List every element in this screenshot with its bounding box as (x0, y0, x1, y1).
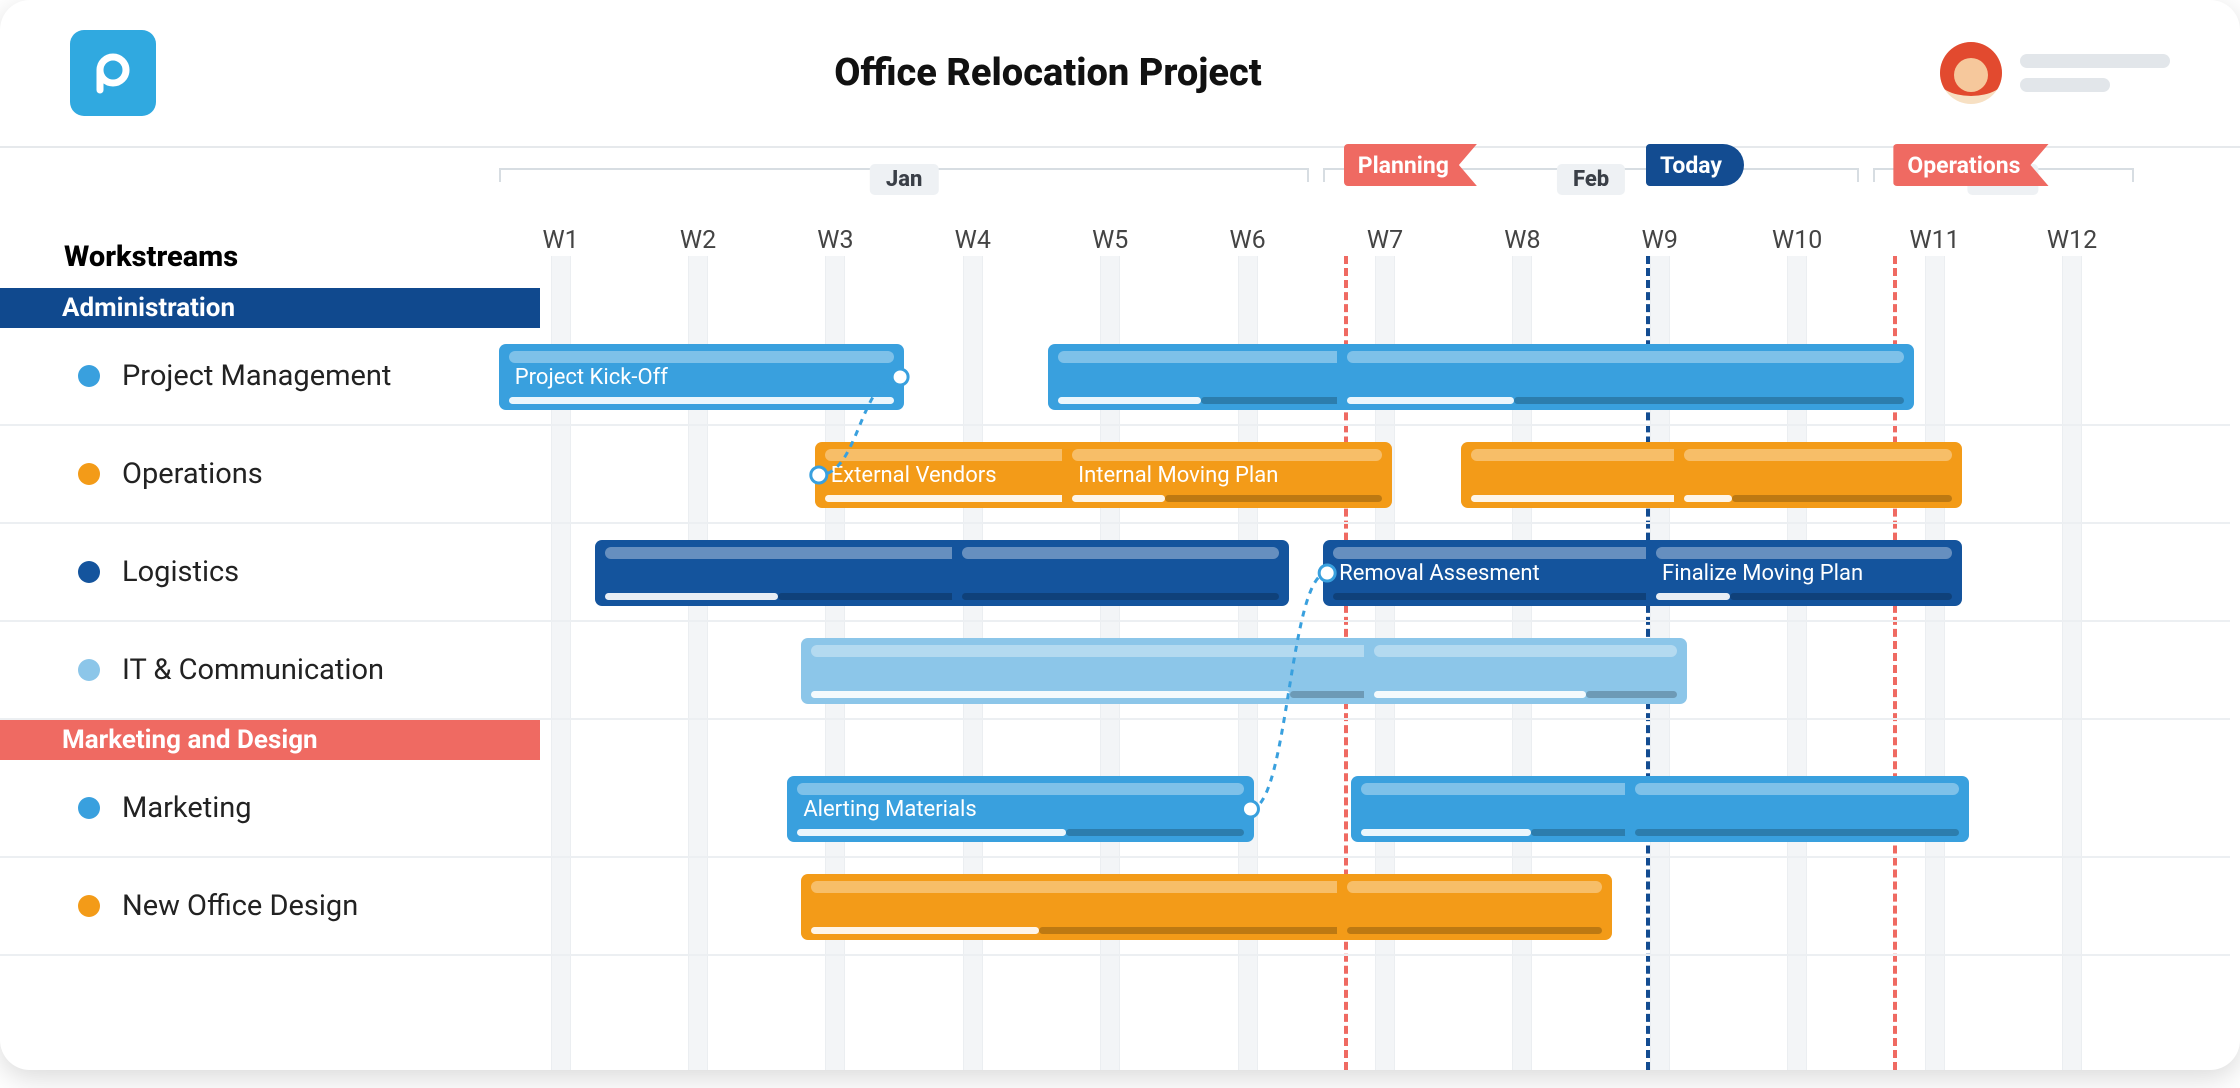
month-label: Feb (1557, 164, 1625, 195)
workstream-row[interactable]: IT & Communication (0, 622, 540, 720)
user-menu[interactable] (1940, 42, 2170, 104)
gantt-bar[interactable] (1625, 776, 1968, 842)
bar-label: Internal Moving Plan (1078, 463, 1278, 488)
workstream-row[interactable]: Project Management (0, 328, 540, 426)
color-dot (78, 659, 100, 681)
color-dot (78, 463, 100, 485)
gantt-bar[interactable] (801, 638, 1385, 704)
timeline-grid[interactable]: JanFebMar W1W2W3W4W5W6W7W8W9W10W11W12 Pl… (540, 148, 2230, 1070)
gantt-bar[interactable] (1048, 344, 1385, 410)
workstream-row[interactable]: Logistics (0, 524, 540, 622)
week-label: W6 (1229, 226, 1265, 255)
gantt-bar[interactable]: Project Kick-Off (499, 344, 904, 410)
week-label: W4 (955, 226, 991, 255)
gantt-bar[interactable] (1337, 874, 1612, 940)
sidebar-heading: Workstreams (0, 148, 540, 288)
gantt-bar[interactable] (1674, 442, 1963, 508)
workstream-label: Logistics (122, 555, 239, 589)
logo-icon (90, 50, 136, 96)
bar-label: Alerting Materials (803, 797, 976, 822)
month-label: Jan (870, 164, 938, 195)
gantt-row (540, 622, 2230, 720)
bar-label: Finalize Moving Plan (1662, 561, 1863, 586)
gantt-bar[interactable]: Finalize Moving Plan (1646, 540, 1962, 606)
gantt-bar[interactable] (801, 874, 1392, 940)
gantt-row: Removal Assesment Finalize Moving Plan (540, 524, 2230, 622)
gantt-row: Alerting Materials (540, 760, 2230, 858)
gantt-bar[interactable]: Internal Moving Plan (1062, 442, 1392, 508)
gantt-row (540, 858, 2230, 956)
workstream-label: Project Management (122, 359, 391, 393)
avatar (1940, 42, 2002, 104)
top-bar: Office Relocation Project (0, 0, 2240, 148)
month-label: Mar (1968, 164, 2039, 195)
sidebar: Workstreams Administration Project Manage… (0, 148, 540, 1070)
page-title: Office Relocation Project (156, 51, 1940, 95)
workstream-label: New Office Design (122, 889, 358, 923)
bar-label: Removal Assesment (1339, 561, 1540, 586)
workstream-label: Operations (122, 457, 263, 491)
group-header-admin[interactable]: Administration (0, 288, 540, 328)
user-lines (2020, 54, 2170, 92)
week-label: W10 (1772, 226, 1822, 255)
workstream-row[interactable]: Marketing (0, 760, 540, 858)
bar-label: External Vendors (831, 463, 997, 488)
week-label: W1 (542, 226, 578, 255)
workstream-label: Marketing (122, 791, 252, 825)
workstream-label: IT & Communication (122, 653, 384, 687)
gantt-bar[interactable] (1337, 344, 1914, 410)
workstream-row[interactable]: Operations (0, 426, 540, 524)
color-dot (78, 561, 100, 583)
week-label: W11 (1909, 226, 1959, 255)
gantt-row: External Vendors Internal Moving Plan (540, 426, 2230, 524)
week-label: W9 (1642, 226, 1678, 255)
week-label: W8 (1504, 226, 1540, 255)
group-header-design[interactable]: Marketing and Design (0, 720, 540, 760)
color-dot (78, 797, 100, 819)
week-label: W5 (1092, 226, 1128, 255)
workstream-row[interactable]: New Office Design (0, 858, 540, 956)
color-dot (78, 365, 100, 387)
bar-label: Project Kick-Off (515, 365, 668, 390)
gantt-row: Project Kick-Off (540, 328, 2230, 426)
gantt-bar[interactable]: Alerting Materials (787, 776, 1254, 842)
week-label: W2 (680, 226, 716, 255)
app-logo[interactable] (70, 30, 156, 116)
week-label: W3 (817, 226, 853, 255)
gantt-bar[interactable] (1364, 638, 1687, 704)
week-label: W7 (1367, 226, 1403, 255)
gantt-bar[interactable] (952, 540, 1289, 606)
week-label: W12 (2047, 226, 2097, 255)
color-dot (78, 895, 100, 917)
